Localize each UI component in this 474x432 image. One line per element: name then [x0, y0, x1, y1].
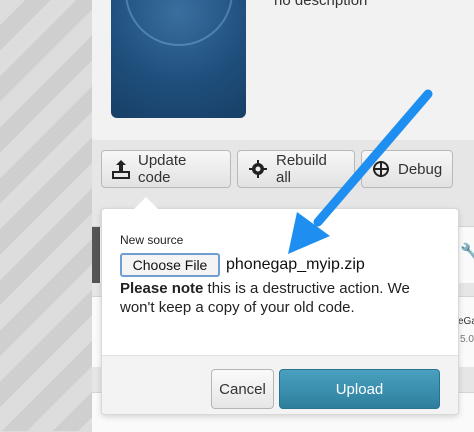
- upload-icon: [112, 160, 130, 179]
- app-description: no description: [274, 0, 368, 9]
- app-icon-ring: [125, 0, 233, 46]
- side-version: 5.0: [460, 334, 474, 345]
- debug-button[interactable]: Debug: [361, 150, 453, 188]
- upload-button[interactable]: Upload: [279, 369, 440, 409]
- update-code-label: Update code: [138, 152, 187, 186]
- app-icon-image: [111, 0, 246, 118]
- note-bold: Please note: [120, 280, 204, 297]
- update-code-button[interactable]: Update code: [101, 150, 231, 188]
- debug-label: Debug: [398, 160, 443, 178]
- choose-file-button[interactable]: Choose File: [120, 253, 220, 277]
- update-code-popup: New source Choose File phonegap_myip.zip…: [101, 197, 459, 415]
- wrench-icon[interactable]: 🔧: [460, 242, 474, 262]
- selected-file-name: phonegap_myip.zip: [226, 256, 365, 273]
- destructive-note: Please note this is a destructive action…: [120, 279, 445, 317]
- rebuild-all-button[interactable]: Rebuild all: [237, 150, 355, 188]
- new-source-label: New source: [120, 233, 184, 247]
- crosshair-icon: [373, 161, 389, 177]
- background-panel: [0, 0, 92, 431]
- cancel-button[interactable]: Cancel: [211, 369, 274, 409]
- side-text: eGa: [458, 316, 474, 327]
- rebuild-all-label: Rebuild all: [276, 152, 327, 186]
- gear-rebuild-icon: [249, 160, 267, 178]
